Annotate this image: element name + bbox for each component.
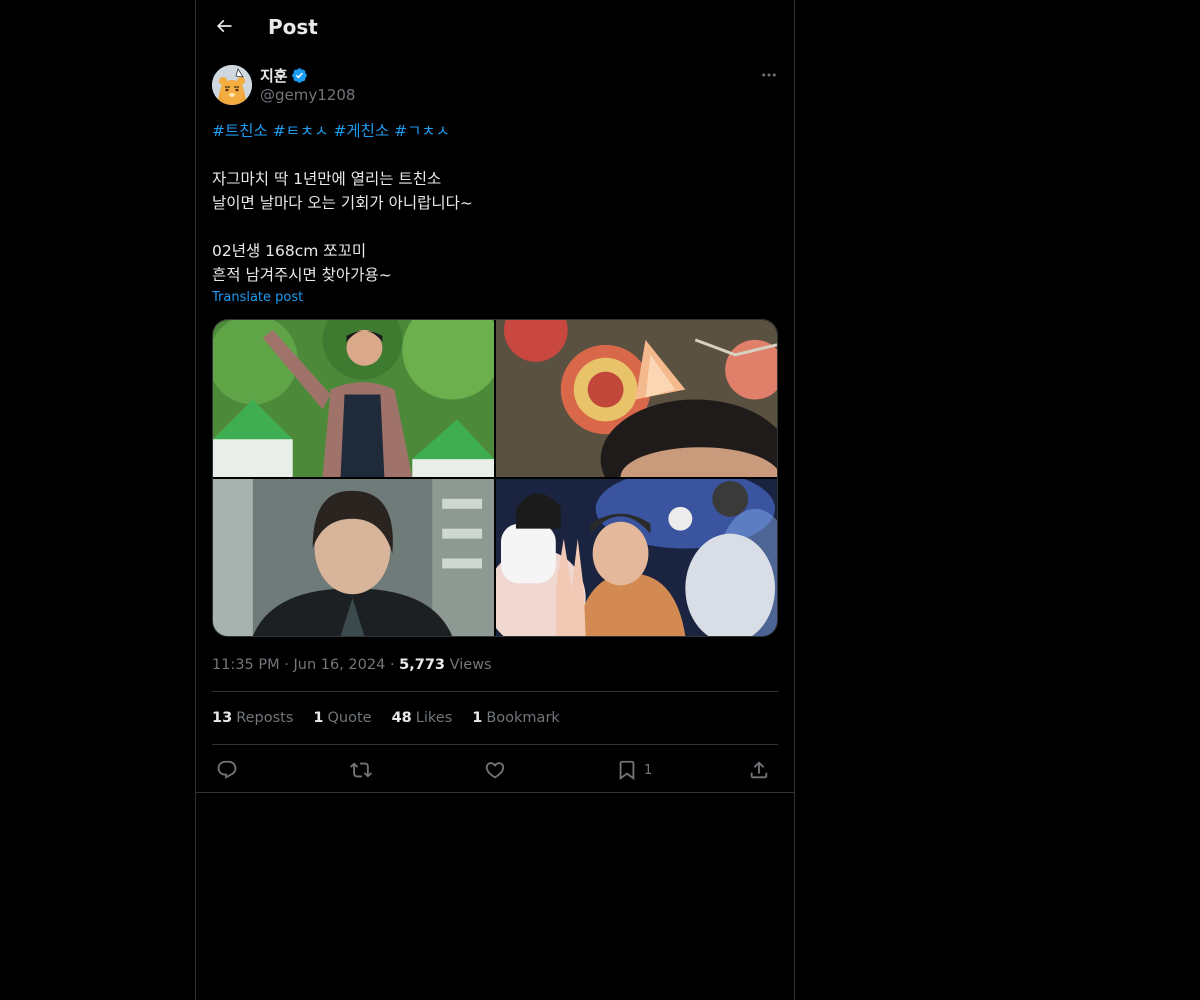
bookmarks-stat[interactable]: 1 Bookmark	[472, 708, 560, 728]
quotes-label: Quote	[327, 710, 372, 726]
action-bar: 1	[212, 753, 778, 787]
photo-portrait	[213, 479, 494, 636]
post-text: #트친소 #ㅌㅊㅅ #게친소 #ㄱㅊㅅ 자그마치 딱 1년만에 열리는 트친소 …	[212, 119, 778, 287]
views-label: Views	[449, 657, 492, 673]
repost-icon	[350, 762, 372, 778]
post-date[interactable]: Jun 16, 2024	[293, 657, 385, 673]
post-detail-column: Post 지훈 @gemy1208 #트친소 #ㅌㅊㅅ #게친소 #ㄱㅊㅅ 자그…	[195, 0, 795, 1000]
avatar[interactable]	[212, 65, 252, 105]
bookmark-button[interactable]: 1	[616, 753, 652, 787]
post-text-line: 02년생 168cm 쪼꼬미	[212, 242, 367, 260]
post-photo[interactable]	[213, 479, 494, 636]
post-meta: 11:35 PM · Jun 16, 2024 · 5,773 Views	[212, 655, 492, 675]
arrow-left-icon	[216, 19, 232, 33]
post-text-line: 날이면 날마다 오는 기회가 아니랍니다~	[212, 194, 473, 212]
like-button[interactable]	[484, 753, 506, 787]
photo-cat-ears	[496, 320, 777, 477]
hashtag-link[interactable]: #ㅌㅊㅅ	[273, 122, 329, 140]
meta-separator: ·	[389, 657, 395, 673]
page-header: Post	[196, 0, 794, 53]
post-bottom-border	[196, 792, 794, 793]
engagement-stats: 13 Reposts 1 Quote 48 Likes 1 Bookmark	[212, 708, 580, 728]
photo-park-wave	[213, 320, 494, 477]
meta-separator: ·	[284, 657, 289, 673]
post-text-line: 자그마치 딱 1년만에 열리는 트친소	[212, 170, 442, 188]
author-name-row: 지훈	[260, 64, 308, 86]
hashtag-link[interactable]: #ㄱㅊㅅ	[394, 122, 450, 140]
back-button[interactable]	[208, 10, 240, 42]
likes-count: 48	[391, 710, 412, 726]
more-options-button[interactable]	[754, 64, 784, 86]
media-grid	[212, 319, 778, 637]
reposts-count: 13	[212, 710, 233, 726]
likes-stat[interactable]: 48 Likes	[392, 708, 453, 728]
reposts-stat[interactable]: 13 Reposts	[212, 708, 293, 728]
post-photo[interactable]	[496, 479, 777, 636]
views-count: 5,773	[399, 657, 446, 673]
hashtag-link[interactable]: #게친소	[333, 122, 389, 140]
avatar-image	[212, 65, 252, 105]
share-button[interactable]	[748, 753, 770, 787]
post-text-line: 흔적 남겨주시면 찾아가용~	[212, 266, 392, 284]
more-horizontal-icon	[762, 73, 776, 77]
likes-label: Likes	[415, 710, 453, 726]
reposts-label: Reposts	[236, 710, 294, 726]
quotes-count: 1	[313, 710, 324, 726]
bookmark-count: 1	[644, 762, 653, 778]
bookmarks-count: 1	[472, 710, 483, 726]
quotes-stat[interactable]: 1 Quote	[313, 708, 371, 728]
post-time[interactable]: 11:35 PM	[212, 657, 280, 673]
bookmarks-label: Bookmark	[486, 710, 560, 726]
bookmark-icon	[619, 760, 635, 781]
divider	[212, 691, 778, 692]
post-photo[interactable]	[213, 320, 494, 477]
divider	[212, 744, 778, 745]
author-display-name[interactable]: 지훈	[260, 65, 288, 86]
reply-icon	[217, 760, 237, 779]
hashtag-link[interactable]: #트친소	[212, 122, 268, 140]
photo-club-friends	[496, 479, 777, 636]
post-photo[interactable]	[496, 320, 777, 477]
reply-button[interactable]	[216, 753, 238, 787]
author-handle[interactable]: @gemy1208	[260, 86, 355, 104]
post-text-line	[212, 215, 778, 239]
page-title: Post	[268, 15, 318, 39]
heart-icon	[485, 762, 505, 779]
repost-button[interactable]	[350, 753, 372, 787]
hashtag-line: #트친소 #ㅌㅊㅅ #게친소 #ㄱㅊㅅ	[212, 119, 778, 143]
share-icon	[750, 761, 768, 779]
translate-post-link[interactable]: Translate post	[212, 290, 303, 305]
verified-badge-icon	[291, 67, 307, 83]
